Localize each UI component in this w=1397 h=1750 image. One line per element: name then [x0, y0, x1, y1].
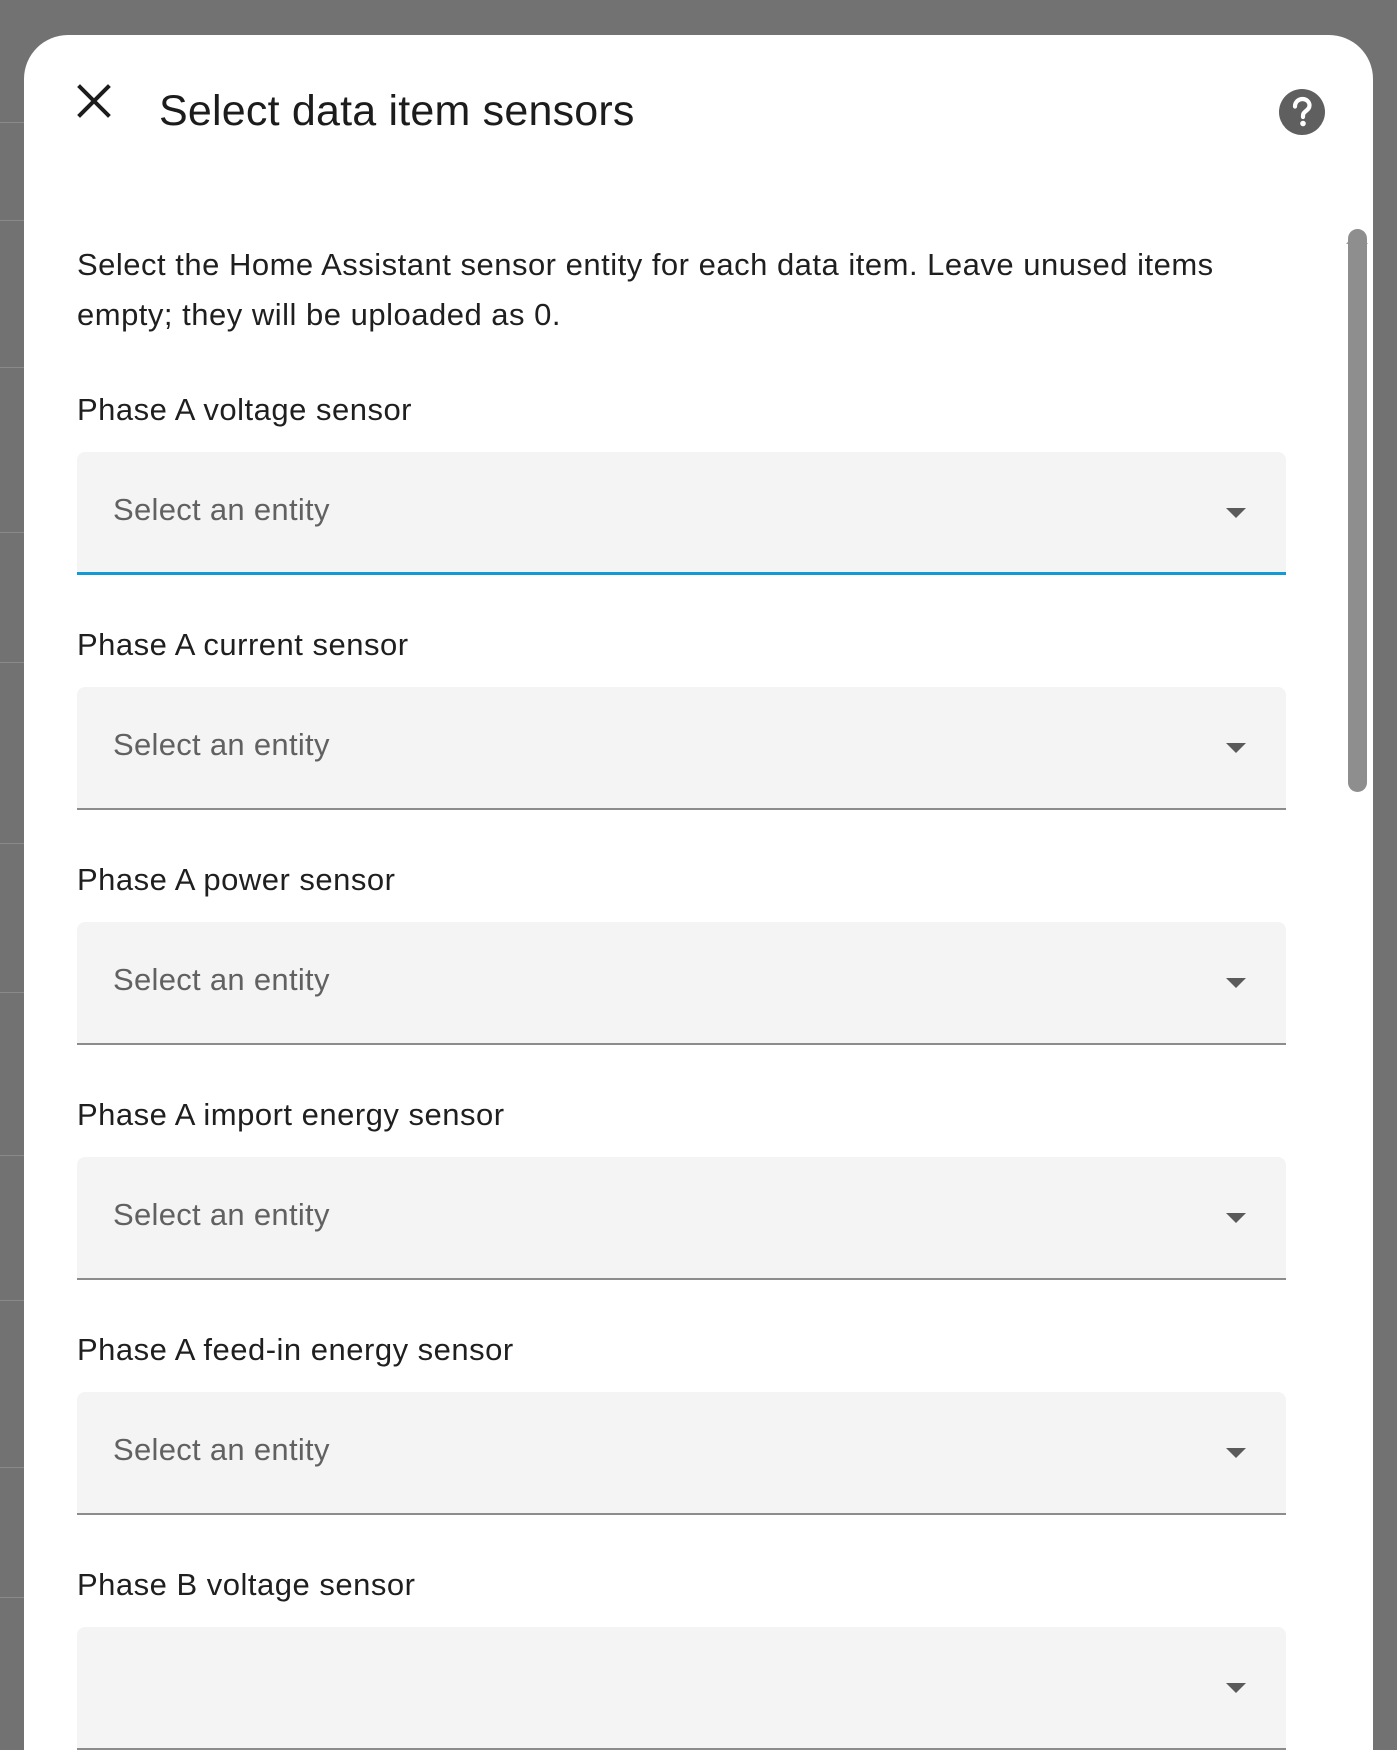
dropdown-arrow-icon	[1226, 1683, 1246, 1693]
help-circle-icon	[1279, 89, 1325, 135]
entity-select[interactable]: Select an entity	[77, 687, 1286, 810]
field-label: Phase A current sensor	[77, 627, 409, 662]
select-sensors-dialog: Select data item sensors Select the Home…	[24, 35, 1373, 1750]
field-phase-a-power: Phase A power sensor Select an entity	[77, 862, 1287, 1045]
entity-select[interactable]: Select an entity	[77, 922, 1286, 1045]
field-phase-a-import-energy: Phase A import energy sensor Select an e…	[77, 1097, 1287, 1280]
select-placeholder: Select an entity	[113, 962, 330, 997]
help-button[interactable]	[1278, 88, 1326, 136]
dialog-header: Select data item sensors	[24, 35, 1373, 185]
dropdown-arrow-icon	[1226, 1213, 1246, 1223]
dialog-title: Select data item sensors	[159, 87, 635, 135]
field-label: Phase A import energy sensor	[77, 1097, 505, 1132]
close-button[interactable]	[72, 79, 116, 123]
dropdown-arrow-icon	[1226, 508, 1246, 518]
dropdown-arrow-icon	[1226, 743, 1246, 753]
field-label: Phase B voltage sensor	[77, 1567, 416, 1602]
entity-select[interactable]	[77, 1627, 1286, 1750]
dialog-content: Select the Home Assistant sensor entity …	[77, 240, 1287, 1750]
field-label: Phase A voltage sensor	[77, 392, 413, 427]
field-phase-a-voltage: Phase A voltage sensor Select an entity	[77, 392, 1287, 575]
select-placeholder: Select an entity	[113, 492, 330, 527]
close-icon	[77, 84, 111, 118]
scrollbar-thumb[interactable]	[1348, 229, 1367, 792]
dropdown-arrow-icon	[1226, 978, 1246, 988]
select-placeholder: Select an entity	[113, 727, 330, 762]
select-placeholder: Select an entity	[113, 1197, 330, 1232]
select-placeholder: Select an entity	[113, 1432, 330, 1467]
field-label: Phase A feed-in energy sensor	[77, 1332, 514, 1367]
dialog-description: Select the Home Assistant sensor entity …	[77, 247, 1214, 332]
dropdown-arrow-icon	[1226, 1448, 1246, 1458]
field-phase-a-current: Phase A current sensor Select an entity	[77, 627, 1287, 810]
entity-select[interactable]: Select an entity	[77, 1392, 1286, 1515]
field-phase-a-feed-in-energy: Phase A feed-in energy sensor Select an …	[77, 1332, 1287, 1515]
field-phase-b-voltage: Phase B voltage sensor	[77, 1567, 1287, 1750]
field-label: Phase A power sensor	[77, 862, 396, 897]
entity-select[interactable]: Select an entity	[77, 1157, 1286, 1280]
entity-select[interactable]: Select an entity	[77, 452, 1286, 575]
